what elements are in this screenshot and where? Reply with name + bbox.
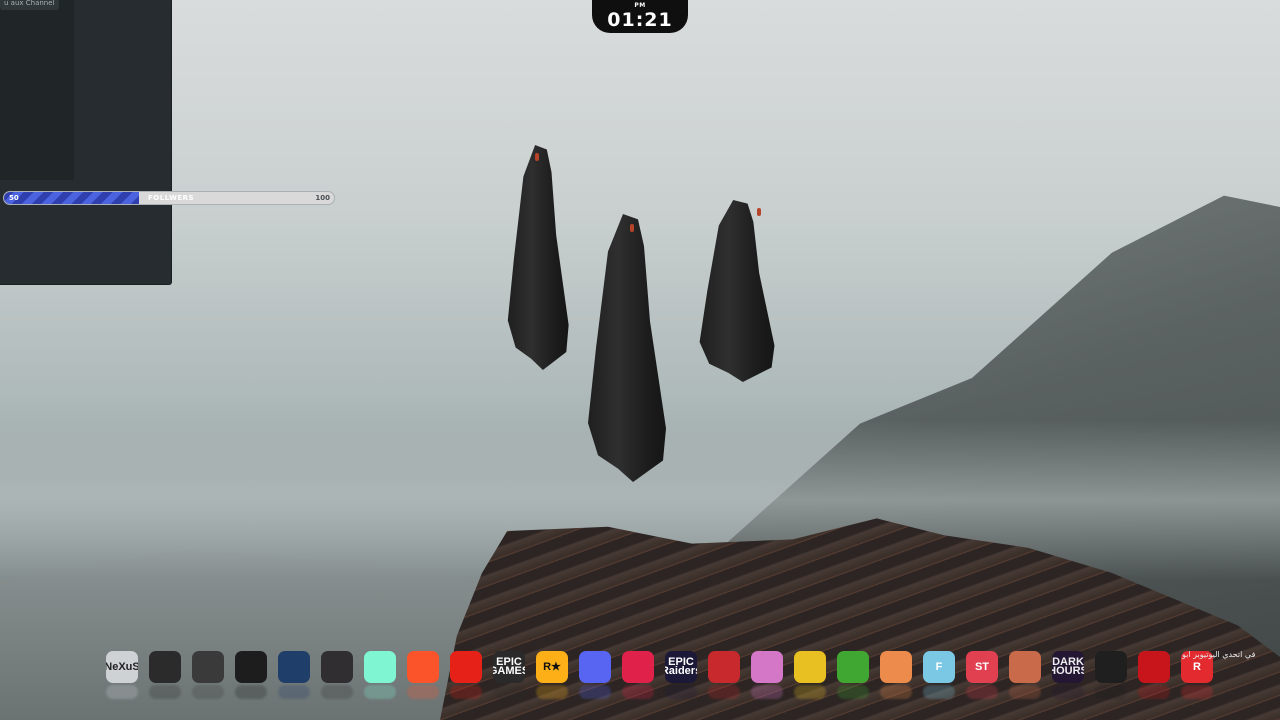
epic-games-icon[interactable]: EPIC GAMES	[493, 651, 525, 683]
dock-item-brave[interactable]	[404, 646, 442, 706]
dock-item-dark-hours[interactable]: DARK HOURS	[1049, 646, 1087, 706]
dock-item-reflection	[278, 685, 310, 699]
apex-icon[interactable]	[622, 651, 654, 683]
dock-item-reflection	[364, 685, 396, 699]
dock-item-f-app[interactable]: F	[920, 646, 958, 706]
character-game-icon[interactable]	[1009, 651, 1041, 683]
dark-hours-icon[interactable]: DARK HOURS	[1052, 651, 1084, 683]
nexus-icon[interactable]: NeXuS	[106, 651, 138, 683]
dock-item-nexus[interactable]: NeXuS	[103, 646, 141, 706]
zombie-game-icon[interactable]	[708, 651, 740, 683]
dock-item-reflection	[1095, 685, 1127, 699]
among-us-icon[interactable]	[1138, 651, 1170, 683]
dock-item-reflection	[794, 685, 826, 699]
widget-inner-pane	[0, 0, 74, 180]
channel-label[interactable]: u aux Channel	[0, 0, 59, 10]
dock-item-reflection	[622, 685, 654, 699]
dock-item-twitch-orange[interactable]	[877, 646, 915, 706]
obs-icon[interactable]	[321, 651, 353, 683]
dock-item-reflection	[149, 685, 181, 699]
dock-item-reflection	[192, 685, 224, 699]
robot-game-icon[interactable]	[794, 651, 826, 683]
f-app-icon[interactable]: F	[923, 651, 955, 683]
st-icon[interactable]: ST	[966, 651, 998, 683]
minecraft-icon[interactable]	[837, 651, 869, 683]
wallpaper-floating-figure	[690, 200, 786, 382]
scrolling-caption: في اتحدي اليوتيوبر ابو	[1182, 650, 1256, 659]
followers-min-value: 50	[9, 194, 19, 202]
dock-item-dark-game[interactable]	[1092, 646, 1130, 706]
camera-app-icon[interactable]	[278, 651, 310, 683]
dock-item-discord[interactable]	[576, 646, 614, 706]
dock-item-reflection	[751, 685, 783, 699]
dock-item-power-gradient[interactable]	[189, 646, 227, 706]
dock-item-minecraft[interactable]	[834, 646, 872, 706]
dock-item-apex[interactable]	[619, 646, 657, 706]
dock-item-among-us[interactable]	[1135, 646, 1173, 706]
nvidia-icon[interactable]	[235, 651, 267, 683]
wallpaper-floating-figure	[578, 214, 678, 482]
dark-game-icon[interactable]	[1095, 651, 1127, 683]
dock-item-reflection	[450, 685, 482, 699]
followers-label: FOLLWERS	[148, 194, 195, 202]
dock-item-rockstar[interactable]: R★	[533, 646, 571, 706]
dock-item-reflection	[880, 685, 912, 699]
dock-item-reflection	[536, 685, 568, 699]
dock-item-reflection	[665, 685, 697, 699]
followers-progress-bar: 50 FOLLWERS 100	[3, 191, 335, 205]
followers-max-value: 100	[315, 194, 330, 202]
dock-item-reflection	[235, 685, 267, 699]
dock-item-reflection	[321, 685, 353, 699]
dock-item-reflection	[579, 685, 611, 699]
dock-item-target[interactable]	[146, 646, 184, 706]
dock-item-reflection	[106, 685, 138, 699]
followers-progress-fill	[4, 192, 140, 204]
brave-icon[interactable]	[407, 651, 439, 683]
dock-item-obs[interactable]	[318, 646, 356, 706]
dock-item-reflection	[1009, 685, 1041, 699]
dock-item-reflection	[837, 685, 869, 699]
wallpaper-floating-figure	[500, 145, 578, 370]
dock-item-robot-game[interactable]	[791, 646, 829, 706]
app-dock: NeXuS EPIC GAMES R★ EPIC Raiders F ST DARK HOU…	[103, 646, 1216, 706]
top-clock-widget: PM 01:21	[592, 0, 688, 33]
discord-icon[interactable]	[579, 651, 611, 683]
dock-item-character-game[interactable]	[1006, 646, 1044, 706]
dock-item-nvidia[interactable]	[232, 646, 270, 706]
twitch-orange-icon[interactable]	[880, 651, 912, 683]
dock-item-reflection	[407, 685, 439, 699]
rockstar-icon[interactable]: R★	[536, 651, 568, 683]
stream-widget-panel: u aux Channel	[0, 0, 172, 285]
target-icon[interactable]	[149, 651, 181, 683]
dock-item-epic-games[interactable]: EPIC GAMES	[490, 646, 528, 706]
dock-item-reflection	[923, 685, 955, 699]
dock-item-reflection	[493, 685, 525, 699]
streamlabs-icon[interactable]	[364, 651, 396, 683]
epic-raiders-icon[interactable]: EPIC Raiders	[665, 651, 697, 683]
dock-item-youtube[interactable]	[447, 646, 485, 706]
dock-item-pink-pattern[interactable]	[748, 646, 786, 706]
youtube-icon[interactable]	[450, 651, 482, 683]
dock-item-reflection	[1138, 685, 1170, 699]
dock-item-st[interactable]: ST	[963, 646, 1001, 706]
power-gradient-icon[interactable]	[192, 651, 224, 683]
dock-item-reflection	[1052, 685, 1084, 699]
dock-item-reflection	[708, 685, 740, 699]
dock-item-zombie-game[interactable]	[705, 646, 743, 706]
dock-item-reflection	[1181, 685, 1213, 699]
dock-item-streamlabs[interactable]	[361, 646, 399, 706]
clock-time: 01:21	[607, 9, 673, 31]
dock-item-camera-app[interactable]	[275, 646, 313, 706]
dock-item-reflection	[966, 685, 998, 699]
pink-pattern-icon[interactable]	[751, 651, 783, 683]
dock-item-epic-raiders[interactable]: EPIC Raiders	[662, 646, 700, 706]
